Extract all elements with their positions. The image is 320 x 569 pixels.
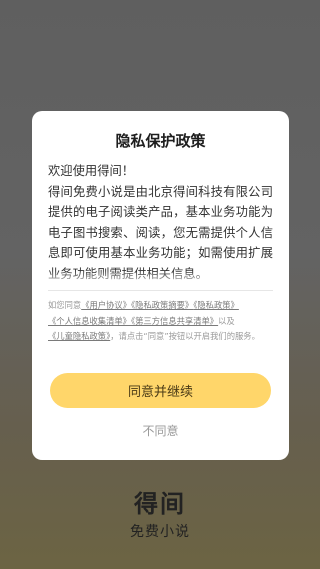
policy-greeting: 欢迎使用得间！ [48, 164, 135, 178]
consent-and: 以及 [218, 315, 235, 326]
consent-prefix: 如您同意 [48, 300, 82, 310]
children-privacy-link[interactable]: 《儿童隐私政策》 [48, 331, 110, 341]
dialog-title: 隐私保护政策 [115, 132, 206, 150]
policy-scroll-area[interactable]: 欢迎使用得间！ 得间免费小说是由北京得间科技有限公司提供的电子阅读类产品，基本业… [48, 161, 273, 285]
policy-text: 得间免费小说是由北京得间科技有限公司提供的电子阅读类产品，基本业务功能为电子图书… [48, 184, 273, 281]
user-agreement-link[interactable]: 《用户协议》 [81, 300, 131, 310]
info-collection-list-link[interactable]: 《个人信息收集清单》 [48, 316, 131, 326]
consent-text: 如您同意《用户协议》《隐私政策摘要》《隐私政策》《个人信息收集清单》《第三方信息… [48, 298, 273, 345]
splash-brand: 得间 免费小说 [0, 490, 320, 541]
agree-continue-button[interactable]: 同意并继续 [50, 373, 271, 408]
app-tagline: 免费小说 [130, 524, 190, 540]
third-party-sharing-list-link[interactable]: 《第三方信息共享清单》 [131, 316, 218, 326]
disagree-button[interactable]: 不同意 [32, 420, 289, 442]
privacy-summary-link[interactable]: 《隐私政策摘要》 [131, 300, 193, 310]
consent-suffix: ，请点击“同意”按钮以开启我们的服务。 [110, 331, 260, 341]
privacy-dialog: 隐私保护政策 欢迎使用得间！ 得间免费小说是由北京得间科技有限公司提供的电子阅读… [32, 111, 289, 460]
policy-body: 欢迎使用得间！ 得间免费小说是由北京得间科技有限公司提供的电子阅读类产品，基本业… [48, 161, 273, 386]
scroll-fade [48, 271, 273, 285]
privacy-policy-link[interactable]: 《隐私政策》 [193, 300, 239, 310]
app-name: 得间 [134, 490, 186, 518]
divider [48, 290, 273, 291]
